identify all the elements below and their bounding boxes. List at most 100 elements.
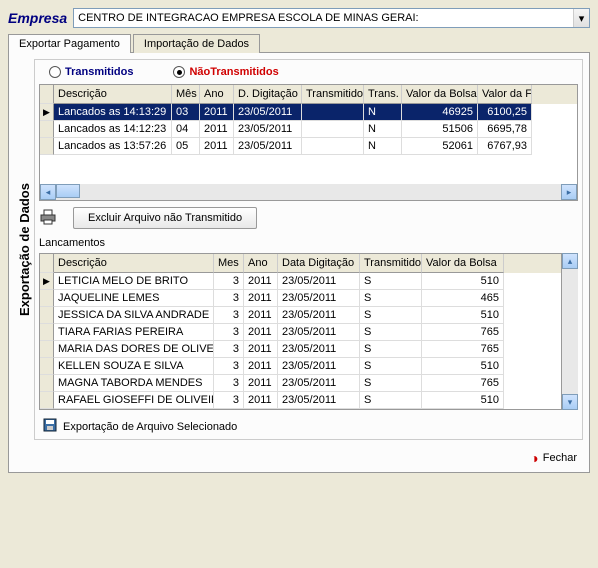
scroll-up-icon[interactable]: ▴ <box>562 253 578 269</box>
cell-data-dig: 23/05/2011 <box>278 358 360 375</box>
table-row[interactable]: RAFAEL GIOSEFFI DE OLIVEIR/3201123/05/20… <box>40 392 561 409</box>
scroll-track[interactable] <box>56 184 561 200</box>
scroll-right-icon[interactable]: ▸ <box>561 184 577 200</box>
horizontal-scrollbar[interactable]: ◂ ▸ <box>40 184 577 200</box>
empresa-select-value: CENTRO DE INTEGRACAO EMPRESA ESCOLA DE M… <box>74 12 573 24</box>
scroll-left-icon[interactable]: ◂ <box>40 184 56 200</box>
row-indicator <box>40 290 54 307</box>
cell-trans: S <box>360 392 422 409</box>
cell-descricao: LETICIA MELO DE BRITO <box>54 273 214 290</box>
cell-descricao: Lancados as 14:12:23 <box>54 121 172 138</box>
cell-mes: 3 <box>214 290 244 307</box>
print-icon[interactable] <box>39 209 57 228</box>
cell-valor: 510 <box>422 307 504 324</box>
radio-nao-transmitidos[interactable]: NãoTransmitidos <box>173 66 278 78</box>
cell-valor-r: 6767,93 <box>478 138 532 155</box>
cell-mes: 3 <box>214 358 244 375</box>
col-mes[interactable]: Mês <box>172 85 200 104</box>
cell-descricao: Lancados as 14:13:29 <box>54 104 172 121</box>
col-ddigitacao[interactable]: D. Digitação <box>234 85 302 104</box>
arquivo-grid[interactable]: Descrição Mês Ano D. Digitação Transmiti… <box>39 84 578 201</box>
col2-transmitido[interactable]: Transmitido <box>360 254 422 273</box>
cell-mes: 3 <box>214 324 244 341</box>
cell-valor: 510 <box>422 392 504 409</box>
close-icon[interactable]: ◑ <box>530 450 538 466</box>
export-selected-label[interactable]: Exportação de Arquivo Selecionado <box>63 421 237 433</box>
row-indicator <box>40 307 54 324</box>
lancamentos-grid[interactable]: Descrição Mes Ano Data Digitação Transmi… <box>39 253 562 410</box>
col-transmitido[interactable]: Transmitido <box>302 85 364 104</box>
col-valor-r[interactable]: Valor da F <box>478 85 532 104</box>
cell-ano: 2011 <box>244 341 278 358</box>
tab-importacao-dados[interactable]: Importação de Dados <box>133 34 260 53</box>
cell-data-dig: 23/05/2011 <box>278 341 360 358</box>
row-indicator <box>40 138 54 155</box>
cell-mes: 04 <box>172 121 200 138</box>
dropdown-icon[interactable]: ▾ <box>573 9 589 27</box>
table-row[interactable]: KELLEN SOUZA E SILVA3201123/05/2011S510 <box>40 358 561 375</box>
save-icon[interactable] <box>43 418 57 435</box>
cell-trans: S <box>360 375 422 392</box>
cell-ddig: 23/05/2011 <box>234 138 302 155</box>
cell-trans: N <box>364 104 402 121</box>
empresa-select[interactable]: CENTRO DE INTEGRACAO EMPRESA ESCOLA DE M… <box>73 8 590 28</box>
cell-valor: 510 <box>422 273 504 290</box>
cell-descricao: MAGNA TABORDA MENDES <box>54 375 214 392</box>
cell-data-dig: 23/05/2011 <box>278 290 360 307</box>
cell-data-dig: 23/05/2011 <box>278 273 360 290</box>
col-ano[interactable]: Ano <box>200 85 234 104</box>
table-row[interactable]: Lancados as 13:57:2605201123/05/2011N520… <box>40 138 577 155</box>
table-row[interactable]: ▶Lancados as 14:13:2903201123/05/2011N46… <box>40 104 577 121</box>
cell-mes: 3 <box>214 341 244 358</box>
cell-mes: 05 <box>172 138 200 155</box>
row-indicator <box>40 121 54 138</box>
row-indicator <box>40 358 54 375</box>
radio-transmitidos[interactable]: Transmitidos <box>49 66 133 78</box>
cell-descricao: RAFAEL GIOSEFFI DE OLIVEIR/ <box>54 392 214 409</box>
cell-mes: 3 <box>214 273 244 290</box>
cell-trans: S <box>360 307 422 324</box>
row-indicator <box>40 392 54 409</box>
table-row[interactable]: MARIA DAS DORES DE OLIVEIF3201123/05/201… <box>40 341 561 358</box>
tab-exportar-pagamento[interactable]: Exportar Pagamento <box>8 34 131 53</box>
scroll-down-icon[interactable]: ▾ <box>562 394 578 410</box>
cell-descricao: JESSICA DA SILVA ANDRADE N <box>54 307 214 324</box>
lancamentos-label: Lancamentos <box>39 237 578 249</box>
cell-valor: 765 <box>422 341 504 358</box>
row-indicator: ▶ <box>40 273 54 290</box>
row-indicator <box>40 341 54 358</box>
cell-transmitido <box>302 138 364 155</box>
cell-data-dig: 23/05/2011 <box>278 324 360 341</box>
col2-ano[interactable]: Ano <box>244 254 278 273</box>
cell-trans: N <box>364 138 402 155</box>
table-row[interactable]: Lancados as 14:12:2304201123/05/2011N515… <box>40 121 577 138</box>
radio-label-transmitidos: Transmitidos <box>65 66 133 78</box>
table-row[interactable]: MAGNA TABORDA MENDES3201123/05/2011S765 <box>40 375 561 392</box>
cell-ddig: 23/05/2011 <box>234 104 302 121</box>
cell-ano: 2011 <box>244 307 278 324</box>
table-row[interactable]: TIARA FARIAS PEREIRA3201123/05/2011S765 <box>40 324 561 341</box>
cell-transmitido <box>302 121 364 138</box>
cell-data-dig: 23/05/2011 <box>278 307 360 324</box>
cell-data-dig: 23/05/2011 <box>278 392 360 409</box>
col2-mes[interactable]: Mes <box>214 254 244 273</box>
cell-valor-bolsa: 51506 <box>402 121 478 138</box>
col-trans[interactable]: Trans. <box>364 85 402 104</box>
cell-descricao: Lancados as 13:57:26 <box>54 138 172 155</box>
excluir-button[interactable]: Excluir Arquivo não Transmitido <box>73 207 257 229</box>
close-button[interactable]: Fechar <box>543 452 577 464</box>
col2-data-dig[interactable]: Data Digitação <box>278 254 360 273</box>
cell-valor-bolsa: 46925 <box>402 104 478 121</box>
cell-ano: 2011 <box>200 121 234 138</box>
col-valor-bolsa[interactable]: Valor da Bolsa <box>402 85 478 104</box>
table-row[interactable]: ▶LETICIA MELO DE BRITO3201123/05/2011S51… <box>40 273 561 290</box>
scroll-thumb[interactable] <box>56 184 80 198</box>
radio-icon <box>49 66 61 78</box>
table-row[interactable]: JESSICA DA SILVA ANDRADE N3201123/05/201… <box>40 307 561 324</box>
col2-descricao[interactable]: Descrição <box>54 254 214 273</box>
table-row[interactable]: JAQUELINE LEMES3201123/05/2011S465 <box>40 290 561 307</box>
cell-descricao: JAQUELINE LEMES <box>54 290 214 307</box>
col-descricao[interactable]: Descrição <box>54 85 172 104</box>
vertical-scrollbar[interactable]: ▴ ▾ <box>562 253 578 410</box>
col2-valor-bolsa[interactable]: Valor da Bolsa <box>422 254 504 273</box>
